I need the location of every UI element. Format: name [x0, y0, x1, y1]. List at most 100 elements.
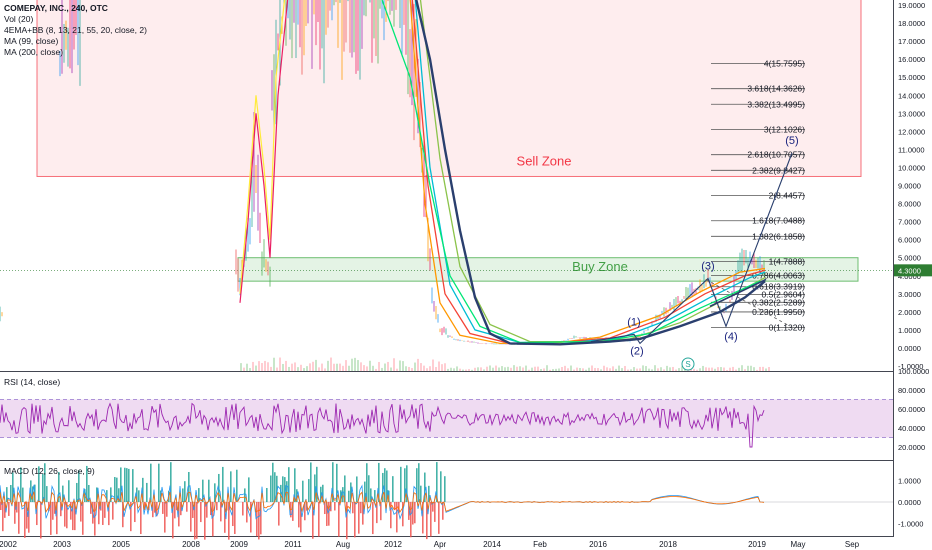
- indicator-ma200[interactable]: MA (200, close): [4, 47, 147, 58]
- fib-label: 3(12.1026): [764, 124, 805, 134]
- y-tick-label: 10.0000: [898, 163, 925, 172]
- volume-bar: [471, 369, 473, 371]
- volume-bar: [528, 369, 530, 371]
- volume-bar: [609, 368, 611, 371]
- macd-hist: [162, 502, 164, 514]
- volume-bar: [498, 367, 500, 371]
- x-tick-label: Feb: [533, 540, 547, 549]
- volume-bar: [396, 368, 398, 371]
- volume-bar: [252, 361, 254, 371]
- y-tick-label: 18.0000: [898, 19, 925, 28]
- volume-bar: [468, 369, 470, 371]
- fib-label: 4(15.7595): [764, 58, 805, 68]
- volume-bar: [618, 365, 620, 371]
- volume-bar: [402, 361, 404, 371]
- volume-bar: [426, 368, 428, 371]
- volume-bar: [543, 368, 545, 371]
- macd-hist: [128, 468, 130, 502]
- volume-bar: [492, 367, 494, 371]
- macd-hist: [64, 502, 66, 527]
- volume-bar: [699, 368, 701, 371]
- macd-pane[interactable]: [0, 462, 893, 540]
- macd-hist: [244, 488, 246, 502]
- x-tick-label: 2008: [182, 540, 200, 549]
- macd-hist: [42, 473, 44, 502]
- volume-bar: [393, 358, 395, 371]
- volume-bar: [648, 368, 650, 371]
- macd-hist: [126, 468, 128, 502]
- macd-hist: [272, 462, 274, 502]
- volume-bar: [708, 367, 710, 371]
- macd-label[interactable]: MACD (12, 26, close, 9): [4, 466, 95, 476]
- volume-bar: [753, 367, 755, 371]
- macd-hist: [138, 490, 140, 502]
- volume-bar: [711, 367, 713, 371]
- volume-bar: [423, 365, 425, 371]
- volume-bar: [405, 366, 407, 371]
- macd-hist: [392, 476, 394, 502]
- volume-bar: [480, 367, 482, 371]
- macd-hist: [270, 475, 272, 502]
- volume-bar: [747, 365, 749, 371]
- volume-bar: [378, 361, 380, 371]
- indicator-vol[interactable]: Vol (20): [4, 14, 147, 25]
- volume-bar: [441, 364, 443, 371]
- volume-bar: [408, 366, 410, 371]
- volume-bar: [486, 366, 488, 371]
- volume-bar: [321, 363, 323, 371]
- volume-bar: [567, 368, 569, 371]
- indicator-ema-bb[interactable]: 4EMA+BB (8, 13, 21, 55, 20, close, 2): [4, 25, 147, 36]
- volume-bar: [552, 369, 554, 371]
- volume-bar: [768, 367, 770, 371]
- volume-bar: [501, 366, 503, 371]
- volume-bar: [474, 367, 476, 371]
- macd-hist: [334, 502, 336, 511]
- volume-bar: [645, 366, 647, 371]
- x-tick-label: 2002: [0, 540, 17, 549]
- indicator-ma99[interactable]: MA (99, close): [4, 36, 147, 47]
- volume-bar: [636, 368, 638, 371]
- volume-bar: [483, 369, 485, 371]
- volume-bar: [261, 363, 263, 371]
- y-tick-label: 8.0000: [898, 200, 921, 209]
- macd-hist: [430, 502, 432, 537]
- x-tick-label: 2011: [284, 540, 302, 549]
- rsi-pane[interactable]: [0, 399, 893, 448]
- macd-hist: [186, 502, 188, 512]
- y-tick-label: 9.0000: [898, 182, 921, 191]
- volume-bar: [723, 367, 725, 371]
- volume-bar: [765, 368, 767, 371]
- volume-bar: [756, 369, 758, 371]
- macd-hist: [228, 502, 230, 540]
- volume-bar: [666, 365, 668, 371]
- x-tick-label: 2005: [112, 540, 130, 549]
- y-tick-label: 13.0000: [898, 109, 925, 118]
- volume-bar: [477, 367, 479, 371]
- volume-bar: [495, 365, 497, 371]
- volume-bar: [732, 366, 734, 371]
- volume-bar: [288, 366, 290, 371]
- macd-hist: [266, 487, 268, 502]
- volume-bar: [582, 368, 584, 371]
- x-tick-label: 2003: [53, 540, 71, 549]
- macd-hist: [374, 490, 376, 502]
- volume-bar: [489, 365, 491, 371]
- chart-canvas[interactable]: Sell Zone Buy Zone 4(15.7595) 3.618(14.362…: [0, 0, 932, 550]
- y-tick-label: 1.0000: [898, 326, 921, 335]
- x-tick-label: May: [790, 540, 805, 549]
- macd-hist: [18, 502, 20, 534]
- macd-hist: [6, 487, 8, 502]
- volume-bar: [399, 360, 401, 371]
- fib-label: 1.618(7.0488): [752, 216, 805, 226]
- macd-hist: [158, 463, 160, 502]
- fib-label: 0(1.1320): [769, 323, 806, 333]
- volume-bar: [462, 369, 464, 371]
- macd-hist: [278, 502, 280, 526]
- macd-hist: [166, 502, 168, 517]
- rsi-label[interactable]: RSI (14, close): [4, 377, 60, 387]
- volume-bar: [456, 366, 458, 371]
- volume-bar: [549, 369, 551, 371]
- volume-bar: [414, 362, 416, 371]
- macd-hist: [348, 490, 350, 502]
- y-tick-label: 14.0000: [898, 91, 925, 100]
